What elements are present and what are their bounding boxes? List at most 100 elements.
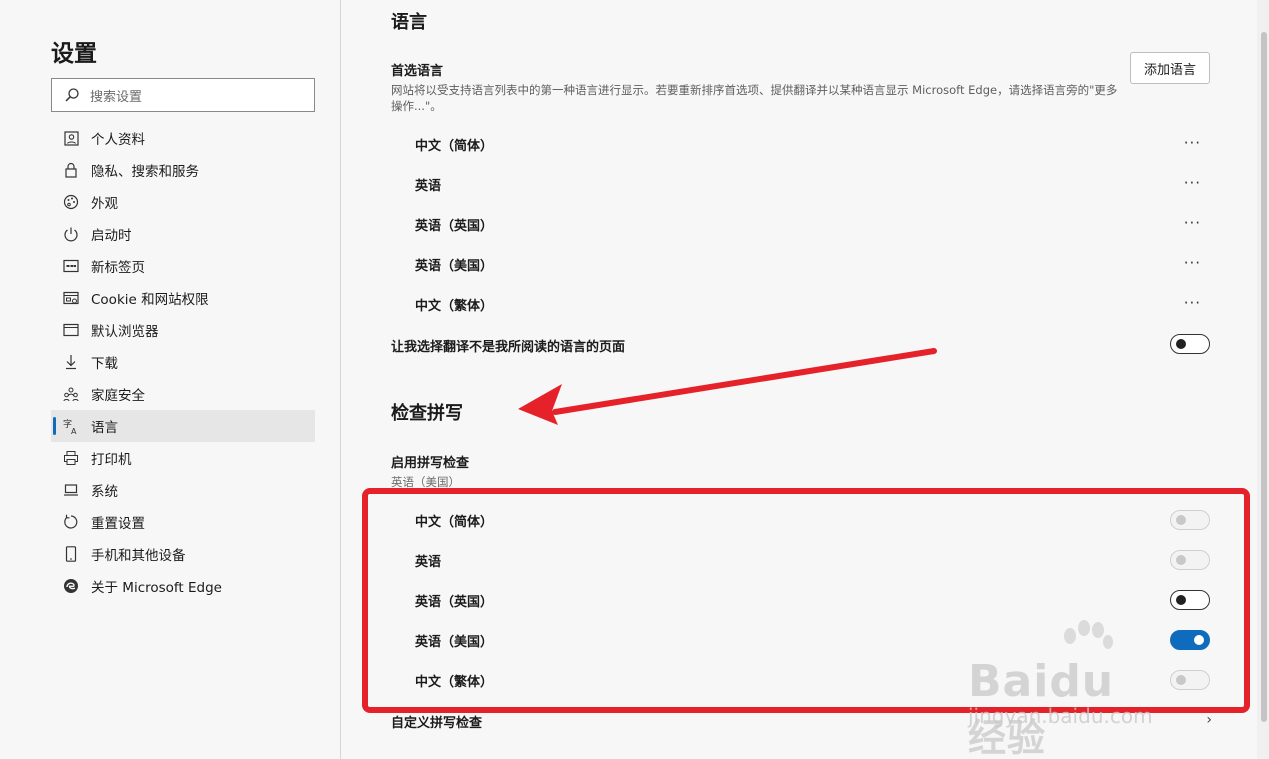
reset-icon [63, 514, 79, 530]
preferred-language-row: 中文（繁体） ··· [391, 284, 1211, 324]
spellcheck-heading: 检查拼写 [391, 403, 463, 424]
sidebar-item-label: 外观 [91, 196, 118, 212]
sidebar-item-label: 个人资料 [91, 132, 145, 148]
search-icon [65, 88, 79, 102]
scrollbar[interactable] [1257, 0, 1269, 759]
language-name: 中文（简体） [415, 138, 494, 154]
sidebar-item-appearance[interactable]: 外观 [51, 186, 315, 218]
sidebar-item-label: Cookie 和网站权限 [91, 292, 209, 308]
sidebar-item-profile[interactable]: 个人资料 [51, 122, 315, 154]
sidebar-item-label: 隐私、搜索和服务 [91, 164, 199, 180]
preferred-language-row: 英语（美国） ··· [391, 244, 1211, 284]
sidebar-item-label: 关于 Microsoft Edge [91, 580, 222, 596]
sidebar-item-reset[interactable]: 重置设置 [51, 506, 315, 538]
sidebar-item-label: 语言 [91, 420, 118, 436]
toggle-knob [1176, 595, 1186, 605]
search-input[interactable]: 搜索设置 [51, 78, 315, 112]
phone-icon [63, 546, 79, 562]
spellcheck-language-row: 中文（简体） [391, 500, 1211, 540]
palette-icon [63, 194, 79, 210]
language-name: 英语（美国） [415, 258, 494, 274]
sidebar-nav: 个人资料 隐私、搜索和服务 外观 启动时 新标签页 Cookie 和网站权限 默… [51, 122, 315, 602]
language-name: 英语（英国） [415, 594, 494, 610]
sidebar-item-privacy[interactable]: 隐私、搜索和服务 [51, 154, 315, 186]
language-name: 中文（繁体） [415, 298, 494, 314]
sidebar-item-startup[interactable]: 启动时 [51, 218, 315, 250]
more-actions-icon[interactable]: ··· [1184, 254, 1201, 272]
sidebar-title: 设置 [51, 41, 97, 67]
sidebar-item-label: 家庭安全 [91, 388, 145, 404]
toggle-knob [1176, 515, 1186, 525]
language-name: 英语 [415, 178, 442, 194]
enable-spellcheck-label: 启用拼写检查 [391, 456, 470, 471]
enable-spellcheck-sub: 英语（美国） [391, 475, 460, 489]
power-icon [63, 226, 79, 242]
spellcheck-toggle[interactable] [1170, 510, 1210, 530]
more-actions-icon[interactable]: ··· [1184, 174, 1201, 192]
sidebar-item-system[interactable]: 系统 [51, 474, 315, 506]
lock-icon [63, 162, 79, 178]
sidebar-item-label: 打印机 [91, 452, 132, 468]
more-actions-icon[interactable]: ··· [1184, 214, 1201, 232]
custom-spellcheck-link[interactable]: 自定义拼写检查 [391, 712, 482, 731]
sidebar-item-newtab[interactable]: 新标签页 [51, 250, 315, 282]
browser-icon [63, 322, 79, 338]
system-icon [63, 482, 79, 498]
newtab-icon [63, 258, 79, 274]
sidebar-item-label: 下载 [91, 356, 118, 372]
spellcheck-toggle[interactable] [1170, 590, 1210, 610]
sidebar-item-printers[interactable]: 打印机 [51, 442, 315, 474]
preferred-language-row: 中文（简体） ··· [391, 124, 1211, 164]
language-icon: 字A [63, 418, 79, 434]
spellcheck-language-row: 英语（美国） [391, 620, 1211, 660]
printer-icon [63, 450, 79, 466]
sidebar-item-label: 启动时 [91, 228, 132, 244]
offer-translate-toggle[interactable] [1170, 334, 1210, 354]
site-permissions-icon [63, 290, 79, 306]
sidebar-item-cookies[interactable]: Cookie 和网站权限 [51, 282, 315, 314]
sidebar-item-label: 新标签页 [91, 260, 145, 276]
scrollbar-thumb[interactable] [1261, 32, 1267, 722]
language-name: 中文（繁体） [415, 674, 494, 690]
preferred-languages-label: 首选语言 [391, 64, 444, 79]
sidebar-item-about[interactable]: 关于 Microsoft Edge [51, 570, 315, 602]
spellcheck-toggle[interactable] [1170, 550, 1210, 570]
settings-window: 设置 搜索设置 个人资料 隐私、搜索和服务 外观 启动时 新标签页 Cookie… [0, 0, 1269, 759]
sidebar-item-downloads[interactable]: 下载 [51, 346, 315, 378]
preferred-language-row: 英语（英国） ··· [391, 204, 1211, 244]
settings-sidebar: 设置 搜索设置 个人资料 隐私、搜索和服务 外观 启动时 新标签页 Cookie… [0, 0, 341, 759]
language-name: 英语（英国） [415, 218, 494, 234]
toggle-knob [1176, 555, 1186, 565]
spellcheck-language-row: 英语（英国） [391, 580, 1211, 620]
profile-icon [63, 130, 79, 146]
language-name: 英语（美国） [415, 634, 494, 650]
language-name: 英语 [415, 554, 442, 570]
toggle-knob [1176, 675, 1186, 685]
annotation-arrow [518, 348, 937, 425]
toggle-knob [1194, 635, 1204, 645]
spellcheck-toggle[interactable] [1170, 630, 1210, 650]
preferred-language-row: 英语 ··· [391, 164, 1211, 204]
add-language-button[interactable]: 添加语言 [1130, 52, 1210, 84]
search-placeholder: 搜索设置 [90, 89, 143, 105]
family-icon [63, 386, 79, 402]
preferred-languages-description: 网站将以受支持语言列表中的第一种语言进行显示。若要重新排序首选项、提供翻译并以某… [391, 83, 1118, 113]
download-icon [63, 354, 79, 370]
spellcheck-language-row: 英语 [391, 540, 1211, 580]
spellcheck-language-row: 中文（繁体） [391, 660, 1211, 700]
more-actions-icon[interactable]: ··· [1184, 134, 1201, 152]
sidebar-item-label: 默认浏览器 [91, 324, 159, 340]
edge-logo-icon [63, 578, 79, 594]
sidebar-item-label: 系统 [91, 484, 118, 500]
spellcheck-toggle[interactable] [1170, 670, 1210, 690]
sidebar-item-label: 重置设置 [91, 516, 145, 532]
sidebar-item-default-browser[interactable]: 默认浏览器 [51, 314, 315, 346]
sidebar-item-family[interactable]: 家庭安全 [51, 378, 315, 410]
sidebar-item-phone[interactable]: 手机和其他设备 [51, 538, 315, 570]
language-name: 中文（简体） [415, 514, 494, 530]
language-heading: 语言 [391, 12, 427, 33]
more-actions-icon[interactable]: ··· [1184, 294, 1201, 312]
sidebar-item-languages[interactable]: 字A 语言 [51, 410, 315, 442]
svg-text:A: A [71, 427, 77, 434]
chevron-right-icon[interactable]: › [1206, 712, 1212, 728]
